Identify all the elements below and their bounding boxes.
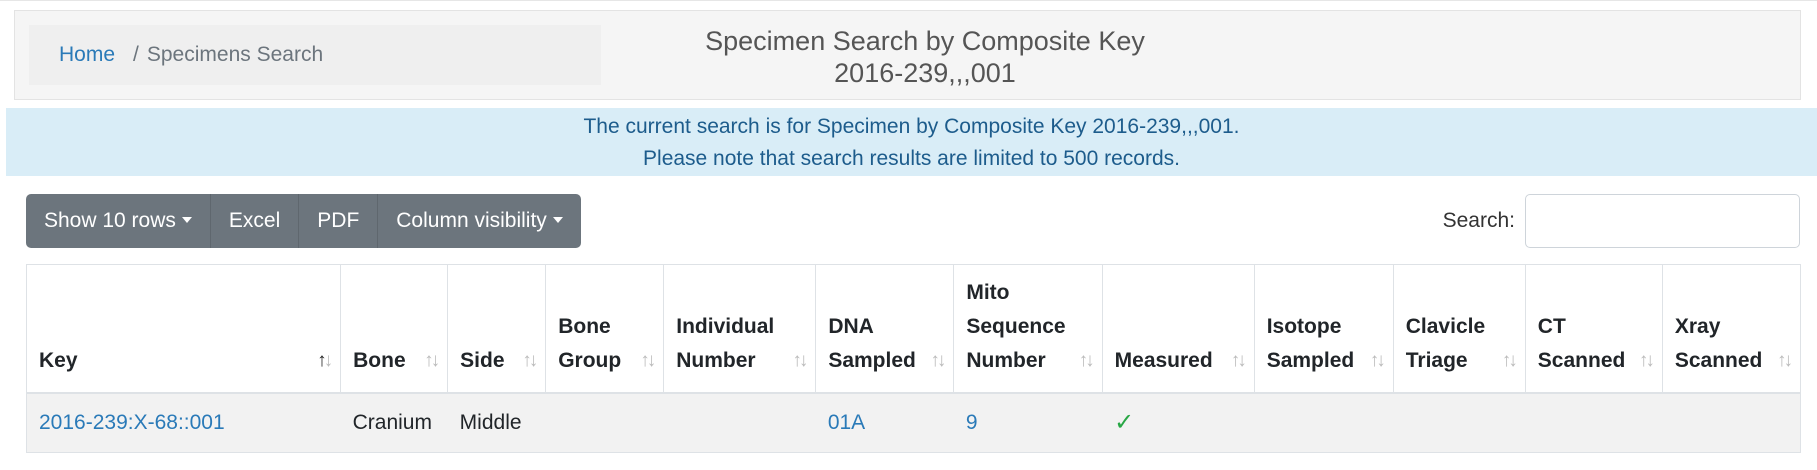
column-header-text: Sampled (1266, 348, 1355, 372)
sort-arrows-icon[interactable]: ↑↓ (792, 344, 808, 378)
column-header-text: Isotope (1266, 314, 1342, 338)
column-header-text: Sampled (828, 348, 916, 372)
column-header-isotope-sampled[interactable]: Isotope Sampled ↑↓ (1253, 264, 1394, 394)
sort-arrows-icon[interactable]: ↑↓ (522, 344, 538, 378)
page-title-line2: 2016-239,,,001 (834, 58, 1016, 88)
sort-arrows-icon[interactable]: ↑↓ (317, 344, 333, 378)
breadcrumb-separator: / (133, 43, 139, 66)
column-header-text: Number (676, 348, 756, 372)
excel-button[interactable]: Excel (210, 194, 300, 248)
alert-line2: Please note that search results are limi… (643, 147, 1180, 170)
table-toolbar: Show 10 rows Excel PDF Column visibility (26, 194, 581, 248)
sort-arrows-icon[interactable]: ↑↓ (1370, 344, 1386, 378)
column-header-text: Individual (676, 314, 775, 338)
column-header-individual-number[interactable]: Individual Number ↑↓ (663, 264, 817, 394)
sort-arrows-icon[interactable]: ↑↓ (1777, 344, 1793, 378)
column-header-text: Bone (558, 314, 611, 338)
cell-key: 2016-239:X-68::001 (25, 392, 341, 453)
table-body: 2016-239:X-68::001 Cranium Middle 01A 9 ✓ (25, 392, 1802, 453)
breadcrumb-current: Specimens Search (146, 43, 324, 66)
caret-down-icon (552, 217, 563, 223)
column-header-text: Group (558, 348, 622, 372)
column-header-text: Xray (1674, 314, 1721, 338)
sort-arrows-icon[interactable]: ↑↓ (1502, 344, 1518, 378)
cell-isotope-sampled (1254, 392, 1394, 453)
column-header-bone[interactable]: Bone ↑↓ (340, 264, 449, 394)
results-table: Key ↑↓ Bone ↑↓ Side ↑↓ Bone Group ↑↓ Individual Nu… (25, 264, 1802, 453)
sort-arrows-icon[interactable]: ↑↓ (640, 344, 656, 378)
cell-dna-sampled: 01A (815, 392, 954, 453)
cell-individual-number (663, 392, 816, 453)
cell-ct-scanned (1525, 392, 1663, 453)
column-header-clavicle-triage[interactable]: Clavicle Triage ↑↓ (1392, 264, 1526, 394)
pdf-button[interactable]: PDF (299, 194, 379, 248)
cell-side: Middle (447, 392, 546, 453)
sort-arrows-icon[interactable]: ↑↓ (930, 344, 946, 378)
search-label: Search: (1442, 209, 1515, 232)
column-header-text: DNA (828, 314, 874, 338)
cell-clavicle-triage (1393, 392, 1526, 453)
sort-arrows-icon[interactable]: ↑↓ (1079, 344, 1095, 378)
column-header-xray-scanned[interactable]: Xray Scanned ↑↓ (1661, 264, 1802, 394)
sort-arrows-icon[interactable]: ↑↓ (424, 344, 440, 378)
search-input[interactable] (1525, 194, 1800, 248)
column-header-text: Clavicle (1405, 314, 1486, 338)
column-header-text: Mito (966, 280, 1010, 304)
sort-arrows-icon[interactable]: ↑↓ (1231, 344, 1247, 378)
column-header-mito-sequence-number[interactable]: Mito Sequence Number ↑↓ (953, 264, 1103, 394)
table-header-row: Key ↑↓ Bone ↑↓ Side ↑↓ Bone Group ↑↓ Individual Nu… (25, 264, 1802, 394)
search-area: Search: (1443, 194, 1800, 248)
column-header-text: Number (966, 348, 1046, 372)
column-header-ct-scanned[interactable]: CT Scanned ↑↓ (1524, 264, 1663, 394)
page-title-line1: Specimen Search by Composite Key (705, 26, 1145, 56)
dna-sampled-link[interactable]: 01A (828, 411, 865, 434)
column-header-bone-group[interactable]: Bone Group ↑↓ (545, 264, 665, 394)
column-header-dna-sampled[interactable]: DNA Sampled ↑↓ (815, 264, 955, 394)
column-header-text: Sequence (966, 314, 1066, 338)
cell-text: Cranium (352, 410, 432, 434)
show-rows-label: Show 10 rows (44, 209, 176, 232)
table-row: 2016-239:X-68::001 Cranium Middle 01A 9 ✓ (25, 392, 1802, 453)
column-header-text: Bone (353, 348, 406, 372)
column-visibility-dropdown[interactable]: Column visibility (378, 194, 581, 248)
cell-bone-group (545, 392, 664, 453)
page-title: Specimen Search by Composite Key 2016-23… (675, 25, 1175, 89)
top-border (0, 0, 1817, 3)
cell-text: Middle (459, 410, 522, 434)
cell-mito-sequence-number: 9 (953, 392, 1103, 453)
page-header: Home / Specimens Search Specimen Search … (14, 10, 1801, 100)
mito-sequence-number-link[interactable]: 9 (966, 411, 978, 434)
key-link[interactable]: 2016-239:X-68::001 (39, 411, 225, 434)
breadcrumb: Home / Specimens Search (29, 25, 601, 85)
column-header-text: Triage (1405, 348, 1468, 372)
column-header-text: Side (460, 348, 505, 372)
info-alert: The current search is for Specimen by Co… (6, 108, 1817, 176)
column-header-text: Scanned (1674, 348, 1763, 372)
column-header-key[interactable]: Key ↑↓ (25, 264, 342, 394)
breadcrumb-home-link[interactable]: Home (59, 43, 115, 67)
cell-xray-scanned (1662, 392, 1802, 453)
column-visibility-label: Column visibility (396, 209, 547, 232)
column-header-text: Key (39, 348, 78, 372)
column-header-text: Scanned (1537, 348, 1626, 372)
alert-line1: The current search is for Specimen by Co… (583, 115, 1240, 138)
cell-measured: ✓ (1102, 392, 1255, 453)
show-rows-dropdown[interactable]: Show 10 rows (26, 194, 211, 248)
column-header-text: CT (1537, 314, 1566, 338)
column-header-side[interactable]: Side ↑↓ (447, 264, 547, 394)
column-header-text: Measured (1114, 348, 1213, 372)
checkmark-icon: ✓ (1114, 409, 1135, 437)
column-header-measured[interactable]: Measured ↑↓ (1101, 264, 1255, 394)
caret-down-icon (181, 217, 192, 223)
cell-bone: Cranium (340, 392, 448, 453)
sort-arrows-icon[interactable]: ↑↓ (1639, 344, 1655, 378)
